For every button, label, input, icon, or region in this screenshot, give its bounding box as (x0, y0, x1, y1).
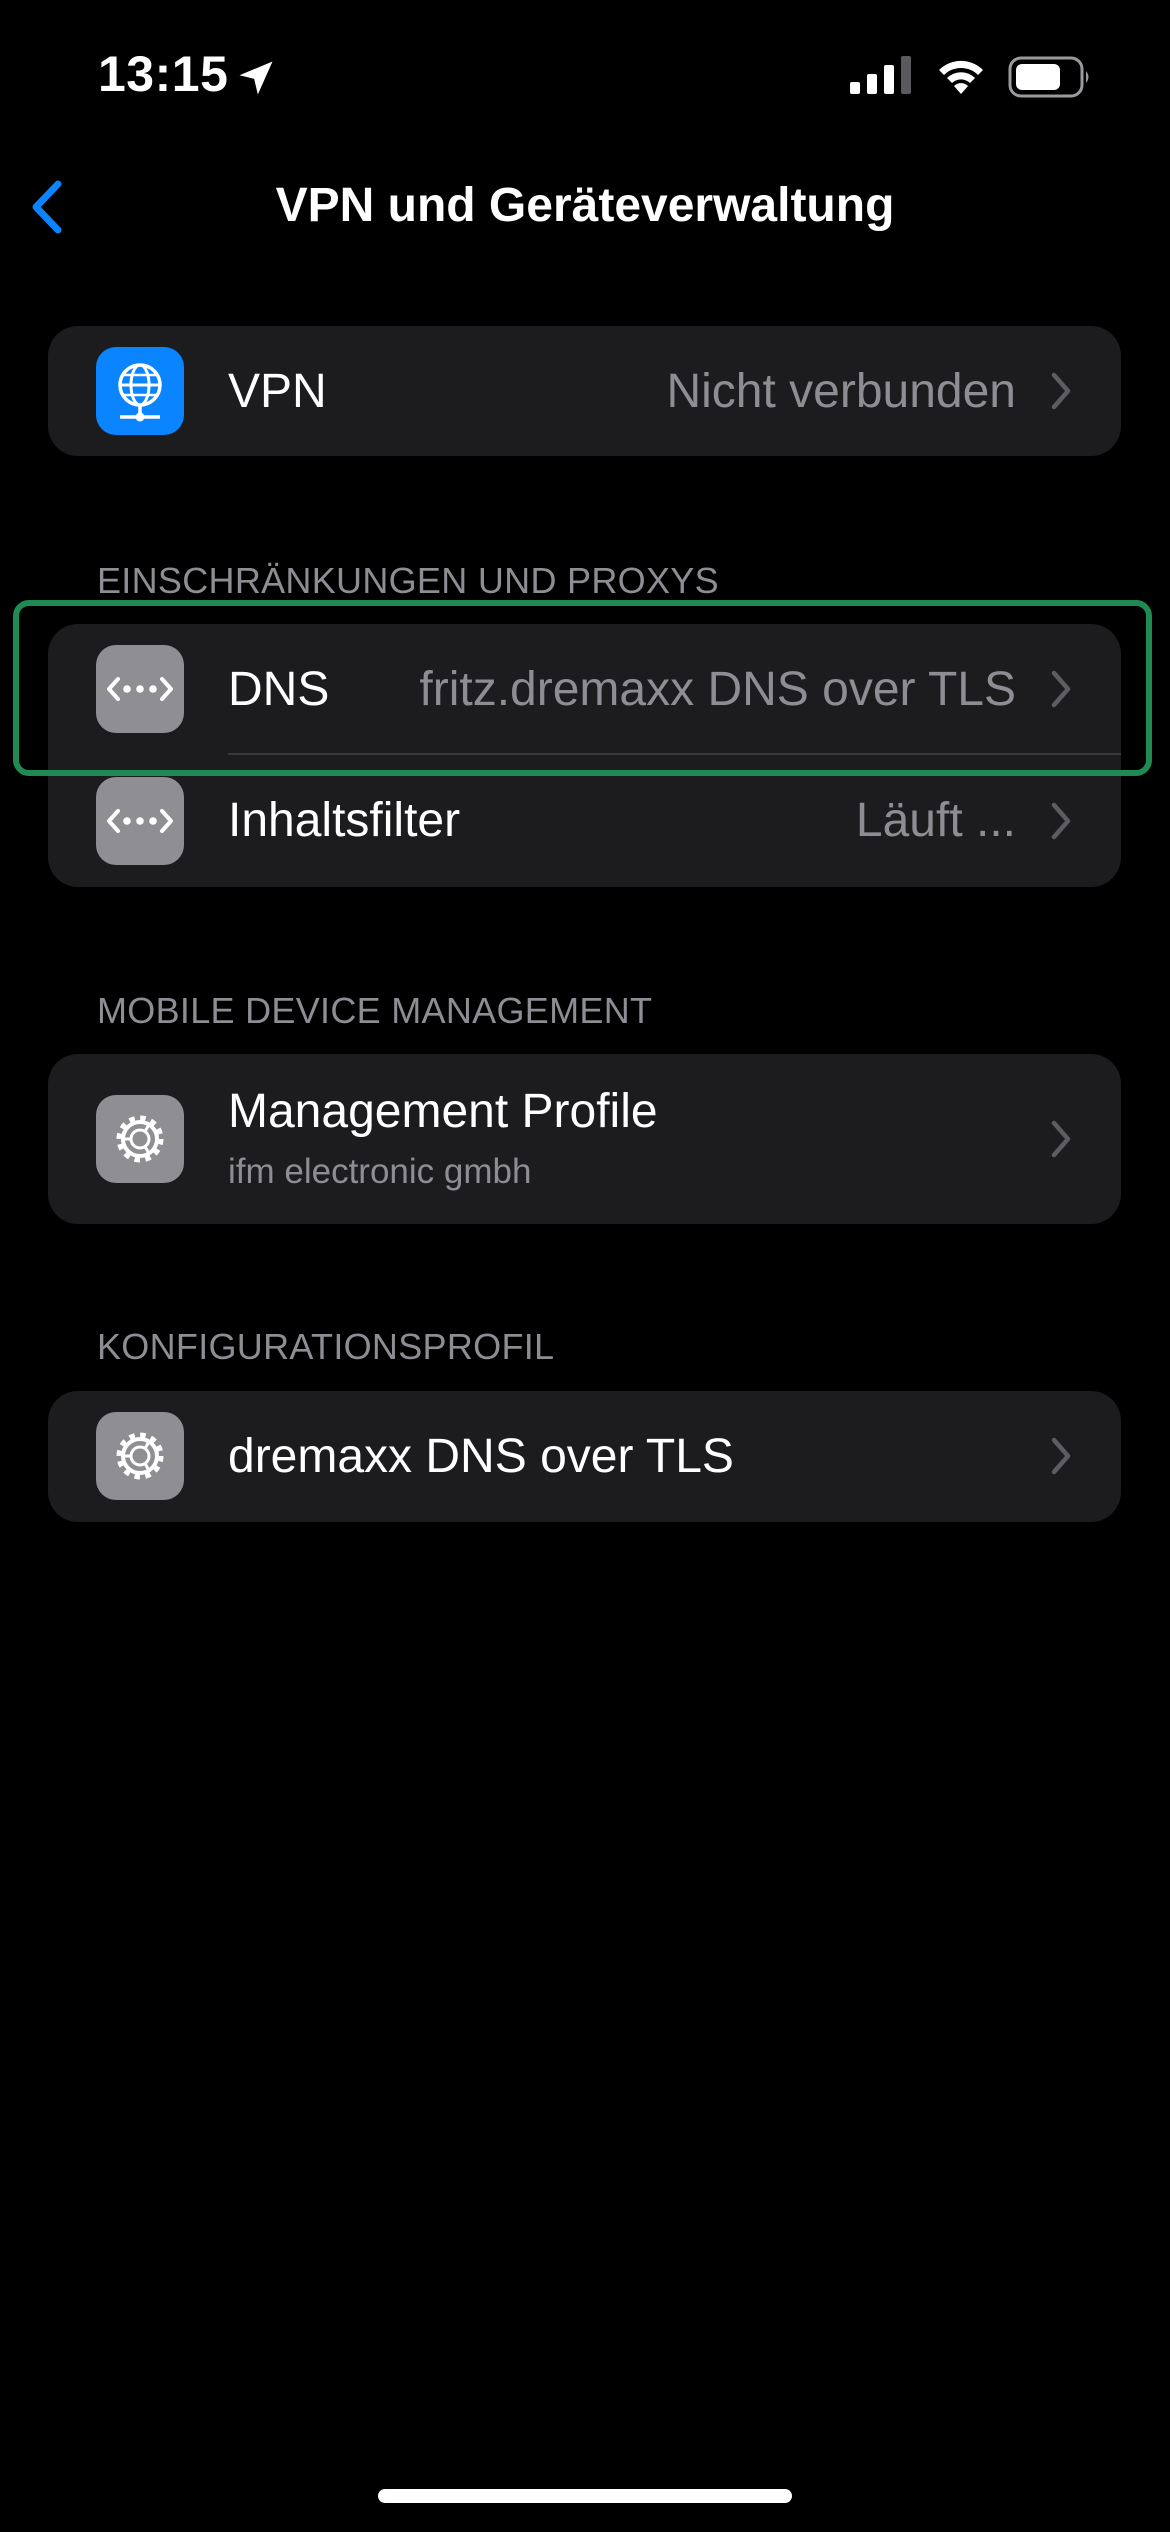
content-filter-value: Läuft ... (855, 794, 1016, 847)
management-profile-row[interactable]: Management Profile ifm electronic gmbh (48, 1054, 1121, 1224)
dots-arrows-icon (96, 645, 184, 733)
management-profile-label: Management Profile (228, 1085, 658, 1138)
content-filter-row[interactable]: Inhaltsfilter Läuft ... (48, 755, 1121, 887)
mdm-group: Management Profile ifm electronic gmbh (48, 1054, 1121, 1224)
globe-network-icon (96, 347, 184, 435)
management-profile-subtitle: ifm electronic gmbh (228, 1152, 532, 1191)
section-header-restrictions: EINSCHRÄNKUNGEN UND PROXYS (97, 560, 719, 601)
vpn-row[interactable]: VPN Nicht verbunden (48, 326, 1121, 456)
vpn-status-value: Nicht verbunden (666, 365, 1016, 418)
chevron-right-icon (1051, 1120, 1071, 1158)
restrictions-group: DNS fritz.dremaxx DNS over TLS Inhaltsfi… (48, 624, 1121, 887)
dns-label: DNS (228, 663, 330, 716)
vpn-group: VPN Nicht verbunden (48, 326, 1121, 456)
chevron-right-icon (1051, 670, 1071, 708)
battery-icon (1008, 56, 1089, 98)
home-indicator[interactable] (378, 2489, 792, 2503)
vpn-label: VPN (228, 365, 327, 418)
wifi-icon (939, 60, 983, 94)
content-filter-label: Inhaltsfilter (228, 794, 461, 847)
chevron-right-icon (1051, 802, 1071, 840)
dns-value: fritz.dremaxx DNS over TLS (419, 663, 1016, 716)
chevron-right-icon (1051, 372, 1071, 410)
status-bar: 13:15 (0, 0, 1170, 150)
dots-arrows-icon (96, 777, 184, 865)
cellular-signal-icon (850, 56, 911, 94)
location-arrow-icon (239, 61, 273, 95)
chevron-right-icon (1051, 1437, 1071, 1475)
config-group: dremaxx DNS over TLS (48, 1391, 1121, 1522)
config-profile-row[interactable]: dremaxx DNS over TLS (48, 1391, 1121, 1522)
config-profile-label: dremaxx DNS over TLS (228, 1430, 734, 1483)
dns-row[interactable]: DNS fritz.dremaxx DNS over TLS (48, 624, 1121, 755)
gear-icon (96, 1412, 184, 1500)
page-title: VPN und Geräteverwaltung (275, 179, 895, 232)
section-header-config: KONFIGURATIONSPROFIL (97, 1326, 555, 1367)
status-time: 13:15 (98, 46, 229, 102)
gear-icon (96, 1095, 184, 1183)
section-header-mdm: MOBILE DEVICE MANAGEMENT (97, 990, 653, 1031)
